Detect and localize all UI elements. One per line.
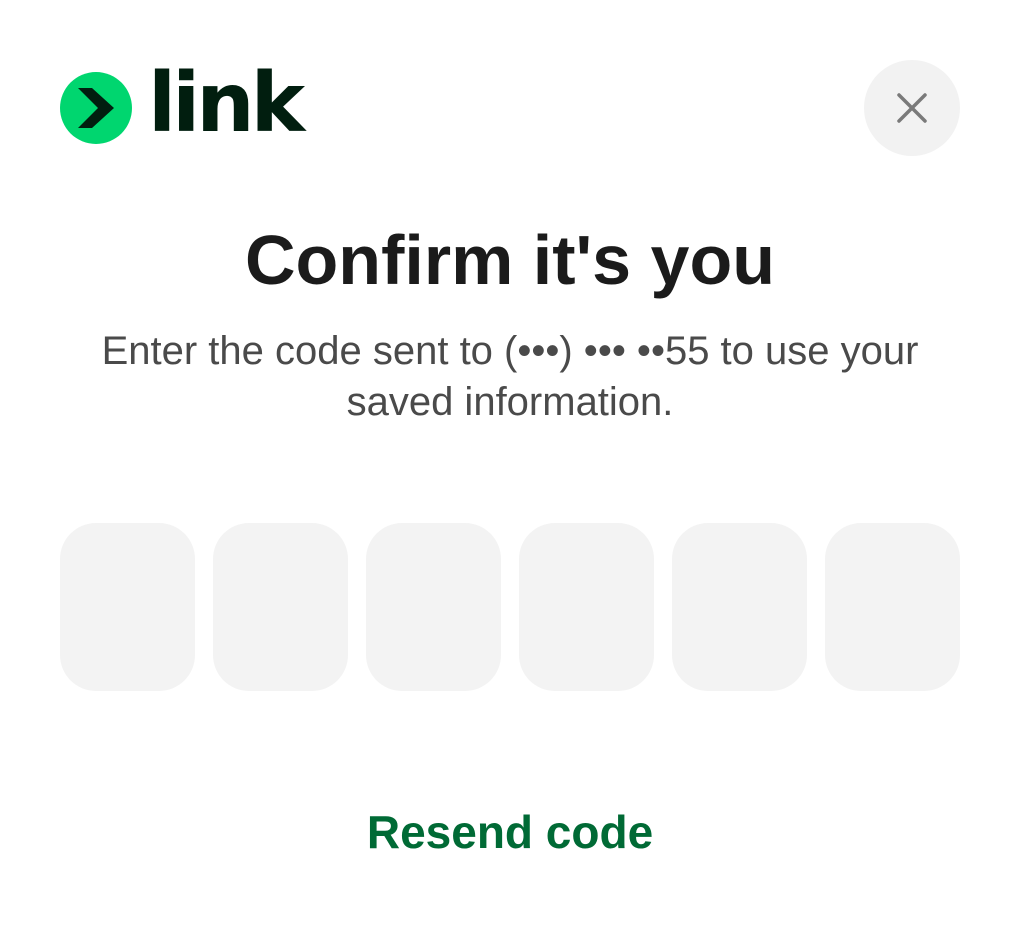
resend-code-button[interactable]: Resend code [0,800,1020,864]
otp-digit-input-2[interactable] [213,523,348,691]
otp-digit-input-4[interactable] [519,523,654,691]
chevron-right-icon [78,88,114,128]
otp-digit-input-3[interactable] [366,523,501,691]
logo-wordmark: link [148,56,305,151]
otp-digit-input-5[interactable] [672,523,807,691]
logo-badge [60,72,132,144]
close-button[interactable] [864,60,960,156]
otp-digit-input-1[interactable] [60,523,195,691]
page-title: Confirm it's you [245,221,775,299]
link-logo: link [60,63,305,146]
otp-code-input-row [60,523,960,691]
otp-digit-input-6[interactable] [825,523,960,691]
verification-instructions: Enter the code sent to (•••) ••• ••55 to… [101,329,919,424]
close-icon [897,93,927,123]
